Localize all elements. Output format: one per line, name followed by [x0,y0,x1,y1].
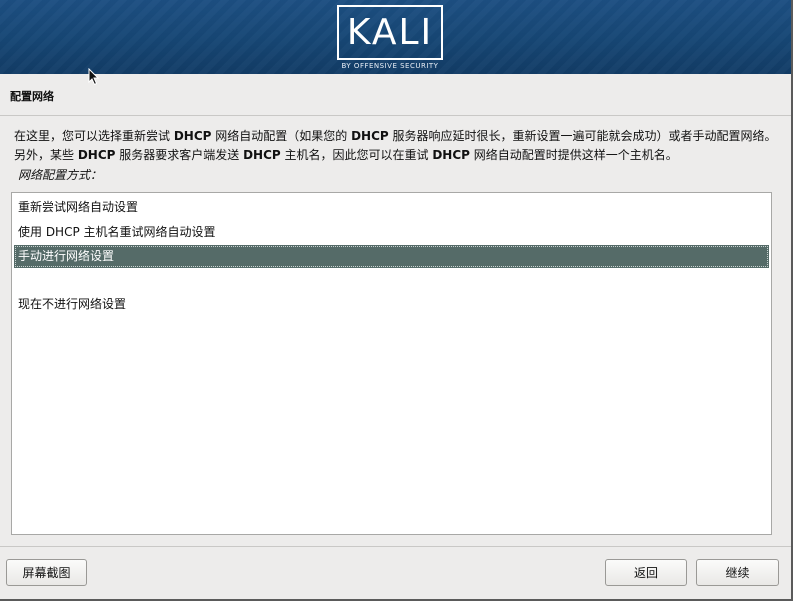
options-prompt: 网络配置方式： [18,168,103,182]
description-term: DHCP [432,148,470,162]
description-term: DHCP [173,129,212,143]
list-item-skip-config[interactable]: 现在不进行网络设置 [14,293,769,316]
kali-logo: KALI [337,5,443,60]
list-item-retry-auto[interactable]: 重新尝试网络自动设置 [14,196,769,219]
logo-text: KALI [346,11,434,53]
kali-banner: KALI BY OFFENSIVE SECURITY [0,0,793,74]
screenshot-button[interactable]: 屏幕截图 [6,559,87,586]
continue-button[interactable]: 继续 [696,559,779,586]
title-divider [0,115,793,116]
footer-divider [0,546,793,547]
mouse-pointer-icon [88,68,100,86]
description-term: DHCP [243,148,281,162]
description-text: 网络自动配置时提供这样一个主机名。 [469,148,678,162]
description-term: DHCP [351,129,389,143]
network-config-method-list[interactable]: 重新尝试网络自动设置 使用 DHCP 主机名重试网络自动设置 手动进行网络设置 … [11,192,772,535]
description-text: 在这里，您可以选择重新尝试 [14,129,174,143]
list-item-retry-dhcp-hostname[interactable]: 使用 DHCP 主机名重试网络自动设置 [14,221,769,244]
page-description: 在这里，您可以选择重新尝试 DHCP 网络自动配置（如果您的 DHCP 服务器响… [14,127,780,165]
list-item-manual-config[interactable]: 手动进行网络设置 [14,245,769,268]
description-term: DHCP [77,148,116,162]
logo-subtitle: BY OFFENSIVE SECURITY [341,62,439,70]
back-button[interactable]: 返回 [605,559,687,586]
description-text: 主机名，因此您可以在重试 [280,148,433,162]
page-title: 配置网络 [10,90,54,103]
list-item-empty [14,269,769,292]
description-text: 网络自动配置（如果您的 [211,129,352,143]
description-text: 服务器要求客户端发送 [115,148,244,162]
